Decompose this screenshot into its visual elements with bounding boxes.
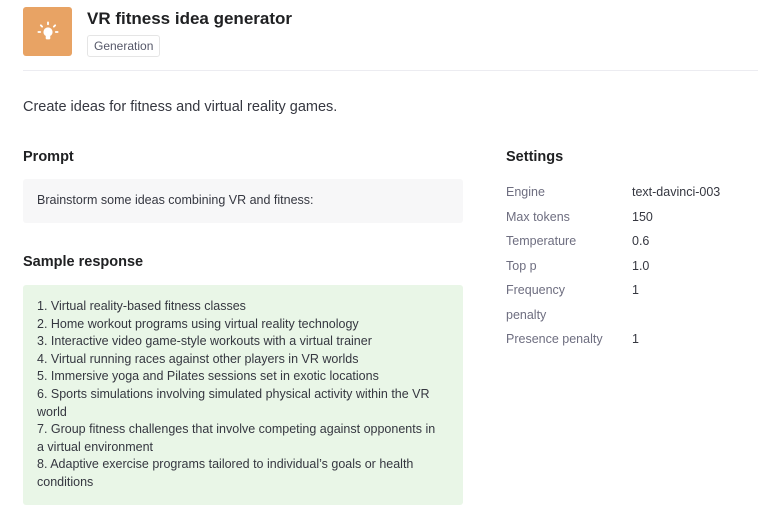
response-line: 3. Interactive video game-style workouts… [37, 334, 372, 349]
setting-row-engine: Engine text-davinci-003 [506, 180, 756, 205]
setting-label: Frequency [506, 283, 566, 297]
setting-row-temperature: Temperature 0.6 [506, 229, 756, 254]
prompt-text: Brainstorm some ideas combining VR and f… [37, 193, 314, 207]
setting-value: 150 [632, 209, 653, 224]
response-line: 6. Sports simulations involving simulate… [37, 386, 430, 401]
setting-value: 1 [632, 283, 639, 297]
sample-response-box: 1. Virtual reality-based fitness classes… [23, 285, 463, 505]
setting-label: Presence penalty [506, 332, 603, 346]
setting-label: Engine [506, 185, 545, 199]
prompt-box: Brainstorm some ideas combining VR and f… [23, 179, 463, 223]
response-line: a virtual environment [37, 439, 154, 454]
response-line: 5. Immersive yoga and Pilates sessions s… [37, 369, 379, 384]
setting-row-frequency-penalty: Frequency 1 [506, 278, 756, 303]
setting-value: 0.6 [632, 234, 650, 248]
response-line: 8. Adaptive exercise programs tailored t… [37, 457, 414, 472]
response-line: conditions [37, 474, 94, 489]
setting-label: Max tokens [506, 209, 570, 224]
page-title: VR fitness idea generator [87, 9, 293, 28]
category-tag[interactable]: Generation [87, 35, 161, 57]
sample-response-heading: Sample response [23, 254, 144, 270]
setting-value: 1 [632, 332, 639, 346]
setting-value: 1.0 [632, 258, 650, 273]
example-header: VR fitness idea generator Generation [23, 7, 758, 71]
setting-row-frequency-penalty-cont: penalty [506, 303, 756, 328]
response-line: 7. Group fitness challenges that involve… [37, 422, 436, 437]
header-divider [23, 70, 758, 71]
settings-table: Engine text-davinci-003 Max tokens 150 T… [506, 180, 756, 352]
setting-label: penalty [506, 307, 547, 322]
setting-label: Temperature [506, 234, 577, 248]
setting-row-top-p: Top p 1.0 [506, 254, 756, 279]
setting-row-presence-penalty: Presence penalty 1 [506, 327, 756, 352]
setting-row-max-tokens: Max tokens 150 [506, 205, 756, 230]
setting-value: text-davinci-003 [632, 185, 721, 199]
setting-label: Top p [506, 258, 537, 273]
response-line: 1. Virtual reality-based fitness classes [37, 299, 246, 313]
example-description: Create ideas for fitness and virtual rea… [23, 99, 338, 115]
response-line: 4. Virtual running races against other p… [37, 351, 359, 366]
lightbulb-icon [23, 7, 72, 56]
prompt-heading: Prompt [23, 149, 74, 165]
response-line: 2. Home workout programs using virtual r… [37, 316, 359, 331]
settings-heading: Settings [506, 149, 564, 165]
response-line: world [37, 404, 67, 419]
